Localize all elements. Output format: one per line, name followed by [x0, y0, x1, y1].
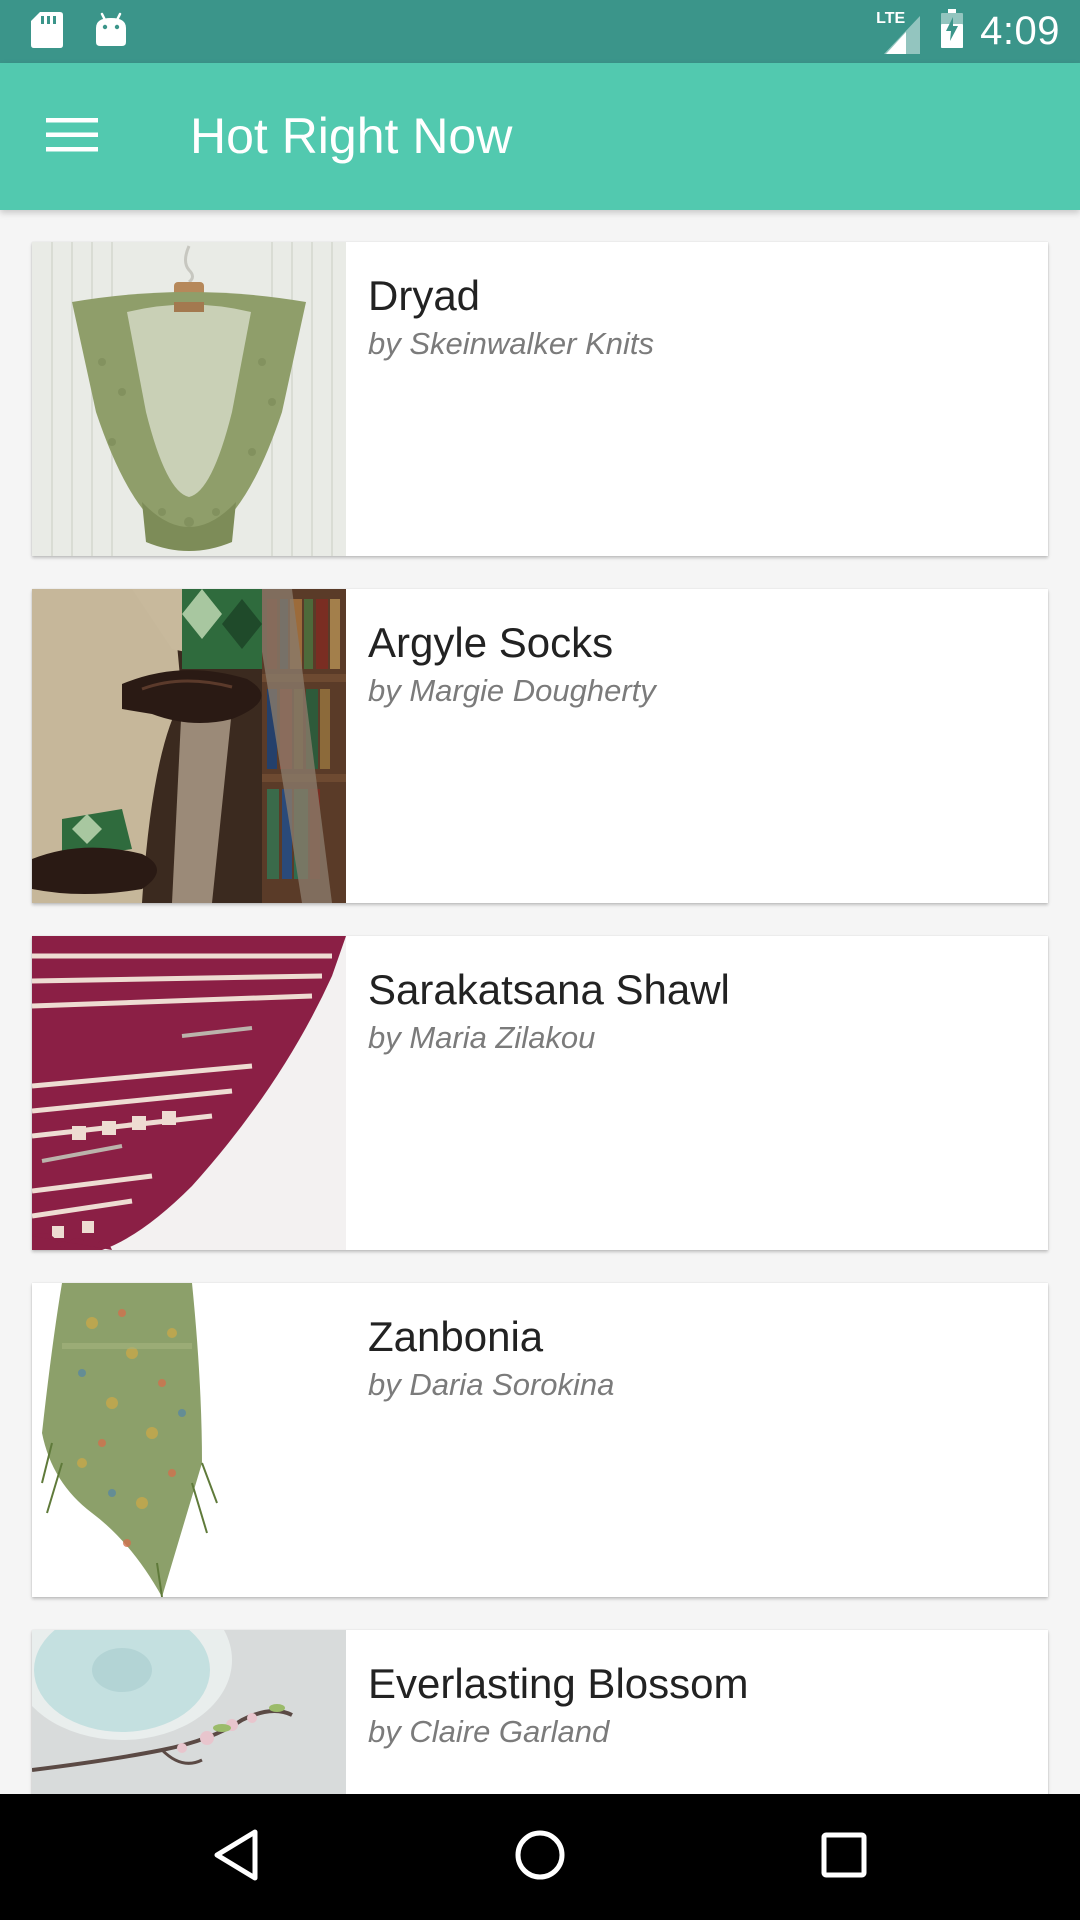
home-icon	[513, 1828, 567, 1887]
pattern-card[interactable]: Argyle Socks by Margie Dougherty	[32, 589, 1048, 903]
pattern-card[interactable]: Sarakatsana Shawl by Maria Zilakou	[32, 936, 1048, 1250]
hamburger-menu-icon	[46, 116, 98, 159]
pattern-thumbnail	[32, 242, 346, 556]
android-icon	[94, 12, 128, 53]
pattern-name: Argyle Socks	[368, 619, 614, 666]
menu-button[interactable]	[40, 105, 104, 169]
pattern-author: by Skeinwalker Knits	[368, 326, 655, 361]
signal-icon: LTE	[876, 10, 924, 54]
pattern-thumbnail	[32, 1630, 346, 1794]
sd-card-icon	[30, 11, 64, 54]
recents-icon	[819, 1830, 869, 1885]
pattern-author: by Claire Garland	[368, 1714, 610, 1749]
battery-icon	[940, 9, 964, 54]
pattern-name: Zanbonia	[368, 1313, 544, 1360]
pattern-name: Everlasting Blossom	[368, 1660, 749, 1707]
home-button[interactable]	[500, 1817, 580, 1897]
recents-button[interactable]	[804, 1817, 884, 1897]
status-time: 4:09	[980, 9, 1060, 53]
navigation-bar	[0, 1794, 1080, 1920]
pattern-thumbnail	[32, 589, 346, 903]
pattern-name: Sarakatsana Shawl	[368, 966, 730, 1013]
pattern-author: by Maria Zilakou	[368, 1020, 596, 1055]
pattern-thumbnail	[32, 936, 346, 1250]
pattern-author: by Margie Dougherty	[368, 673, 656, 708]
pattern-thumbnail	[32, 1283, 346, 1597]
screen: LTE 4:09 Hot Right Now Dryad by Skeinwal…	[0, 0, 1080, 1920]
back-icon	[211, 1828, 261, 1887]
back-button[interactable]	[196, 1817, 276, 1897]
pattern-card[interactable]: Dryad by Skeinwalker Knits	[32, 242, 1048, 556]
status-bar: LTE 4:09	[0, 0, 1080, 63]
app-bar: Hot Right Now	[0, 63, 1080, 210]
page-title: Hot Right Now	[190, 108, 513, 164]
pattern-author: by Daria Sorokina	[368, 1367, 615, 1402]
pattern-card[interactable]: Zanbonia by Daria Sorokina	[32, 1283, 1048, 1597]
pattern-name: Dryad	[368, 272, 481, 319]
pattern-card[interactable]: Everlasting Blossom by Claire Garland	[32, 1630, 1048, 1794]
pattern-list: Dryad by Skeinwalker Knits Argyle Socks …	[0, 210, 1080, 1794]
